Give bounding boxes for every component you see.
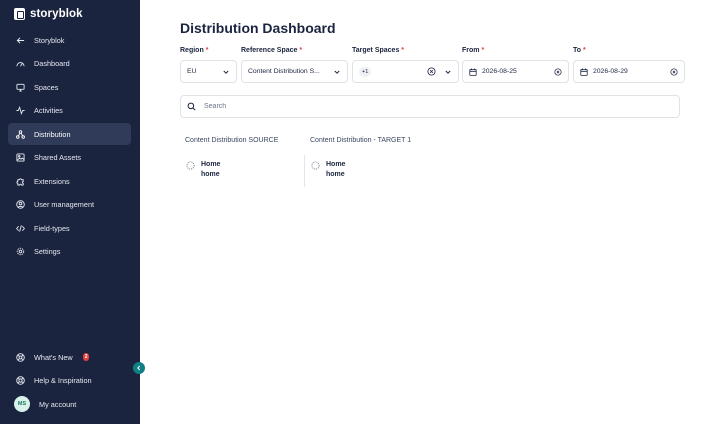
sidebar-item-activities[interactable]: Activities — [8, 99, 131, 121]
region-value: EU — [187, 68, 197, 75]
sidebar-item-spaces[interactable]: Spaces — [8, 76, 131, 98]
clear-icon[interactable] — [554, 67, 562, 76]
search-icon — [187, 102, 196, 111]
sidebar-item-label: Help & Inspiration — [34, 375, 92, 385]
story-slug: home — [326, 170, 345, 178]
sidebar-item-distribution[interactable]: Distribution — [8, 123, 131, 145]
arrow-left-icon — [16, 36, 25, 45]
from-date-value: 2026-08-25 — [482, 68, 517, 75]
sidebar-item-user-management[interactable]: User management — [8, 193, 131, 215]
chevron-down-icon — [223, 70, 229, 74]
distribution-icon — [16, 129, 25, 139]
sidebar-item-field-types[interactable]: Field-types — [8, 217, 131, 239]
reference-space-value: Content Distribution S... — [248, 68, 320, 75]
calendar-icon — [580, 68, 588, 76]
sidebar-item-label: Settings — [34, 246, 61, 256]
brand-name: storyblok — [30, 8, 83, 20]
column-divider — [304, 155, 305, 187]
chevron-down-icon — [445, 70, 451, 74]
loading-spinner-icon — [311, 161, 320, 170]
sidebar-item-label: Activities — [34, 105, 63, 115]
story-slug: home — [201, 170, 220, 178]
chevron-down-icon — [334, 70, 340, 74]
sidebar-item-storyblok[interactable]: Storyblok — [8, 29, 131, 51]
avatar: MS — [14, 396, 30, 412]
page-title: Distribution Dashboard — [180, 20, 336, 36]
to-date-input[interactable]: 2026-08-29 — [573, 60, 685, 83]
whats-new-badge: 2 — [82, 353, 90, 361]
activity-icon — [16, 105, 25, 115]
clear-icon[interactable] — [670, 67, 678, 76]
code-icon — [16, 224, 25, 233]
to-date-value: 2026-08-29 — [593, 68, 628, 75]
user-circle-icon — [16, 199, 25, 209]
target-story-item[interactable]: Home home — [311, 160, 345, 179]
sidebar-item-label: What's New — [34, 352, 73, 362]
from-date-input[interactable]: 2026-08-25 — [462, 60, 569, 83]
puzzle-icon — [16, 177, 25, 186]
sidebar-item-label: Distribution — [34, 129, 71, 139]
sidebar-item-settings[interactable]: Settings — [8, 240, 131, 262]
target-spaces-select[interactable]: +1 — [352, 60, 459, 83]
sidebar-item-label: Storyblok — [34, 35, 65, 45]
from-label: From * — [462, 47, 485, 54]
sidebar-item-label: Dashboard — [34, 58, 70, 68]
sidebar-item-label: My account — [39, 399, 77, 409]
sidebar-item-label: User management — [34, 199, 95, 209]
reference-space-label: Reference Space * — [241, 47, 303, 54]
lifebuoy-icon — [16, 375, 25, 385]
sidebar-item-label: Spaces — [34, 82, 59, 92]
sidebar-item-label: Field-types — [34, 223, 70, 233]
target-spaces-label: Target Spaces * — [352, 47, 405, 54]
sidebar-item-whats-new[interactable]: What's New 2 — [8, 346, 131, 368]
to-label: To * — [573, 47, 586, 54]
target-column-title: Content Distribution - TARGET 1 — [310, 137, 412, 144]
sidebar: storyblok Storyblok Dashboard Spaces Act… — [0, 0, 140, 424]
rocket-icon — [16, 352, 25, 362]
monitor-icon — [16, 83, 25, 92]
storyblok-logo-icon — [14, 8, 25, 20]
sidebar-item-extensions[interactable]: Extensions — [8, 170, 131, 192]
story-name: Home — [201, 161, 221, 168]
gear-icon — [16, 247, 25, 256]
sidebar-item-help[interactable]: Help & Inspiration — [8, 369, 131, 391]
main-content: Distribution Dashboard Region * Referenc… — [140, 0, 720, 424]
reference-space-select[interactable]: Content Distribution S... — [241, 60, 348, 83]
sidebar-item-my-account[interactable]: MS My account — [8, 393, 131, 415]
sidebar-item-label: Shared Assets — [34, 152, 82, 162]
sidebar-item-shared-assets[interactable]: Shared Assets — [8, 146, 131, 168]
source-story-item[interactable]: Home home — [186, 160, 220, 179]
search-bar[interactable] — [180, 95, 680, 118]
loading-spinner-icon — [186, 161, 195, 170]
source-column-title: Content Distribution SOURCE — [185, 137, 279, 144]
sidebar-item-label: Extensions — [34, 176, 70, 186]
calendar-icon — [469, 68, 477, 76]
image-icon — [16, 152, 25, 162]
clear-icon[interactable] — [427, 67, 436, 76]
region-label: Region * — [180, 47, 209, 54]
brand[interactable]: storyblok — [14, 8, 83, 20]
gauge-icon — [16, 59, 25, 68]
story-name: Home — [326, 161, 346, 168]
search-input[interactable] — [204, 103, 664, 110]
sidebar-item-dashboard[interactable]: Dashboard — [8, 52, 131, 74]
target-spaces-count-chip: +1 — [359, 66, 372, 77]
region-select[interactable]: EU — [180, 60, 237, 83]
